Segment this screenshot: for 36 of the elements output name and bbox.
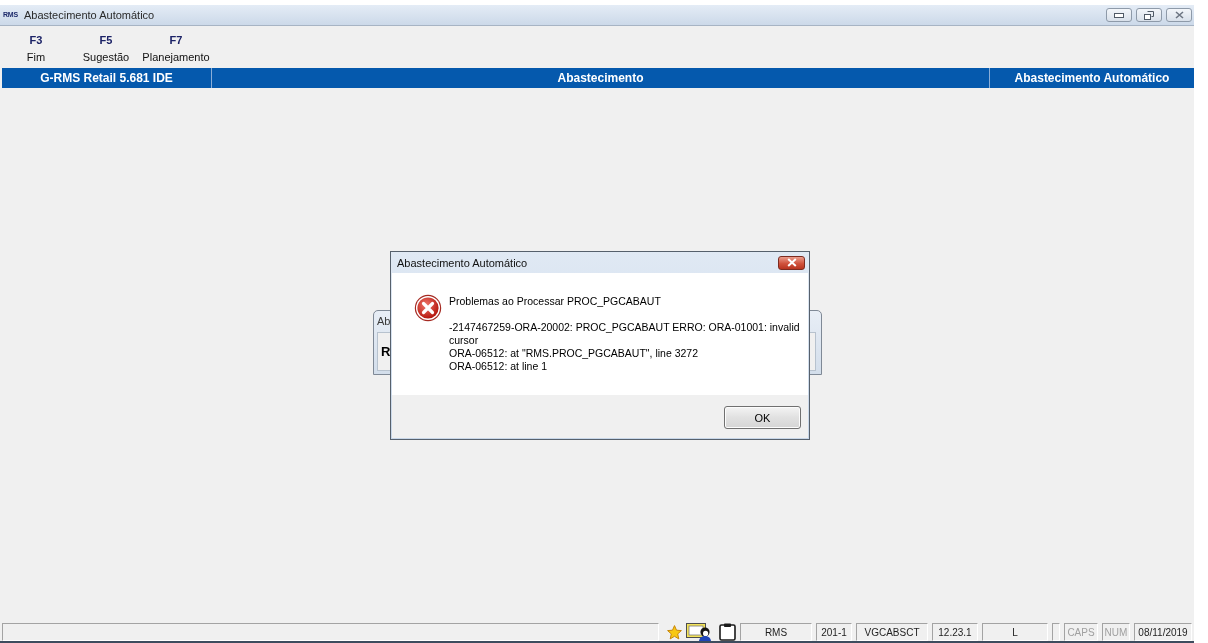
status-field: L [982,623,1048,641]
header-label: Abastecimento Automático [1014,70,1170,87]
error-heading: Problemas ao Processar PROC_PGCABAUT [449,295,662,308]
status-date: 08/11/2019 [1134,623,1192,641]
field-label: R [381,344,391,359]
clipboard-icon[interactable] [719,623,736,641]
dialog-title: Abastecimento Automático [397,256,528,269]
minimize-icon [1114,12,1124,18]
error-message: ORA-06512: at "RMS.PROC_PGCABAUT", line 3272 [449,347,700,360]
minimize-button[interactable] [1106,8,1132,22]
close-icon [1174,11,1184,19]
status-field: 12.23.1 [932,623,978,641]
error-message: -2147467259-ORA-20002: PROC_PGCABAUT ERRO: ORA-01001: invalid cursor [449,321,801,347]
key-indicator: NUM [1102,623,1130,641]
toolbar-button[interactable]: F7 Planejamento [141,26,211,66]
star-icon[interactable] [667,624,682,640]
status-panel [1052,623,1060,641]
error-message: ORA-06512: at line 1 [449,360,549,373]
error-icon [414,294,442,322]
status-field: 201-1 [816,623,852,641]
header-label: G-RMS Retail 5.681 IDE [40,70,173,87]
close-button[interactable] [1166,8,1192,22]
close-icon [786,258,797,267]
key-indicator: CAPS [1064,623,1098,641]
toolbar-button[interactable]: F5 Sugestão [71,26,141,66]
status-field: VGCABSCT [856,623,928,641]
window-title: Abastecimento Automático [23,9,155,21]
status-field: RMS [740,623,812,641]
close-button[interactable] [778,255,805,270]
window-title: Ab [377,315,391,327]
monitor-user-icon[interactable] [686,623,712,641]
restore-button[interactable] [1136,8,1162,22]
header-label: Abastecimento [557,70,644,87]
restore-icon [1144,10,1154,20]
ok-button[interactable]: OK [724,406,801,429]
toolbar-button[interactable]: F3 Fim [1,26,71,66]
